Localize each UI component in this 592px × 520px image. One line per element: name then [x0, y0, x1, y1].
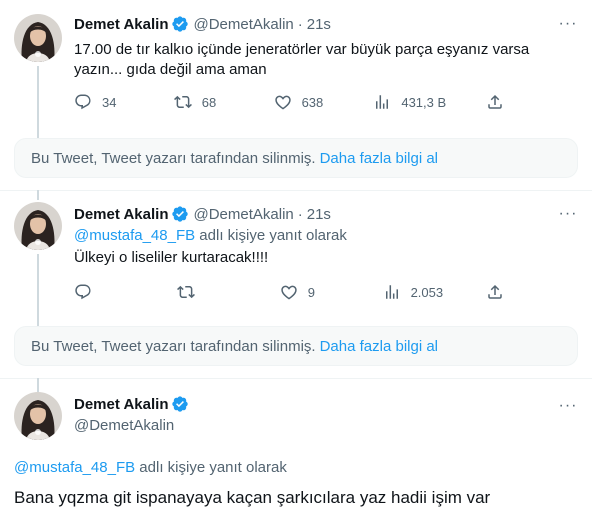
tweet-2[interactable]: Demet Akalin @DemetAkalin · 21s ··· @mus…	[0, 190, 592, 330]
replying-suffix: adlı kişiye yanıt olarak	[199, 227, 347, 244]
like-count: 9	[307, 284, 315, 300]
replying-suffix: adlı kişiye yanıt olarak	[139, 459, 287, 476]
retweet-count: 68	[201, 94, 217, 110]
tweet-header: Demet Akalin @DemetAkalin · 21s	[74, 203, 331, 225]
action-bar: 34 68 638 431,3 B	[74, 91, 504, 113]
deleted-notice-text: Bu Tweet, Tweet yazarı tarafından silinm…	[31, 149, 316, 167]
thread-line	[37, 254, 39, 330]
deleted-tweet-notice: Bu Tweet, Tweet yazarı tarafından silinm…	[14, 326, 578, 366]
more-icon[interactable]: ···	[558, 204, 578, 224]
share-icon	[488, 284, 502, 299]
like-button[interactable]: 9	[280, 283, 340, 301]
thread-line	[37, 190, 39, 200]
action-bar: 9 2.053	[74, 281, 504, 303]
thread-line	[37, 66, 39, 140]
more-icon[interactable]: ···	[558, 14, 578, 34]
tweet-header: Demet Akalin @DemetAkalin · 21s	[74, 13, 331, 35]
avatar[interactable]	[14, 392, 62, 440]
timestamp[interactable]: 21s	[307, 16, 331, 33]
reply-icon	[75, 94, 91, 110]
avatar[interactable]	[14, 14, 62, 62]
retweet-icon	[176, 285, 195, 299]
author-name-row: Demet Akalin	[74, 395, 189, 413]
learn-more-link[interactable]: Daha fazla bilgi al	[320, 150, 438, 167]
view-count: 431,3 B	[401, 94, 447, 110]
share-button[interactable]	[486, 283, 504, 301]
like-icon	[281, 285, 297, 300]
separator-dot: ·	[297, 15, 303, 33]
tweet-text: Bana yqzma git ispanayaya kaçan şarkıcıl…	[14, 488, 491, 507]
replying-to: @mustafa_48_FB adlı kişiye yanıt olarak	[14, 458, 287, 478]
like-button[interactable]: 638	[274, 93, 334, 111]
user-handle[interactable]: @DemetAkalin	[74, 417, 174, 434]
retweet-icon	[173, 95, 192, 109]
focused-tweet: Demet Akalin @DemetAkalin ··· @mustafa_4…	[0, 378, 592, 520]
more-icon[interactable]: ···	[558, 396, 578, 416]
user-handle[interactable]: @DemetAkalin	[193, 16, 293, 33]
tweet-1[interactable]: Demet Akalin @DemetAkalin · 21s ··· 17.0…	[0, 0, 592, 140]
like-icon	[274, 95, 291, 110]
replying-to: @mustafa_48_FB adlı kişiye yanıt olarak	[74, 226, 347, 246]
mention-link[interactable]: @mustafa_48_FB	[14, 459, 135, 476]
retweet-button[interactable]: 68	[173, 93, 234, 111]
thread-line	[37, 378, 39, 392]
avatar[interactable]	[14, 202, 62, 250]
share-icon	[488, 94, 502, 109]
separator-dot: ·	[297, 205, 303, 223]
reply-button[interactable]	[74, 283, 134, 301]
display-name[interactable]: Demet Akalin	[74, 206, 168, 223]
deleted-notice-text: Bu Tweet, Tweet yazarı tarafından silinm…	[31, 337, 316, 355]
reply-icon	[75, 284, 91, 300]
user-handle[interactable]: @DemetAkalin	[193, 206, 293, 223]
verified-badge-icon	[172, 396, 189, 412]
display-name[interactable]: Demet Akalin	[74, 396, 168, 413]
verified-badge-icon	[172, 206, 189, 222]
views-button[interactable]: 2.053	[383, 283, 444, 301]
tweet-text: 17.00 de tır kalkıo içünde jeneratörler …	[74, 41, 530, 78]
learn-more-link[interactable]: Daha fazla bilgi al	[320, 338, 438, 355]
display-name[interactable]: Demet Akalin	[74, 16, 168, 33]
deleted-tweet-notice: Bu Tweet, Tweet yazarı tarafından silinm…	[14, 138, 578, 178]
tweet-text: Ülkeyi o liseliler kurtaracak!!!!	[74, 249, 269, 266]
view-count: 2.053	[410, 284, 444, 300]
retweet-button[interactable]	[176, 283, 237, 301]
mention-link[interactable]: @mustafa_48_FB	[74, 227, 195, 244]
reply-button[interactable]: 34	[74, 93, 134, 111]
views-icon	[385, 285, 398, 299]
like-count: 638	[301, 94, 324, 110]
views-button[interactable]: 431,3 B	[373, 93, 446, 111]
views-icon	[376, 95, 389, 109]
reply-count: 34	[102, 94, 117, 110]
share-button[interactable]	[486, 93, 504, 111]
verified-badge-icon	[172, 16, 189, 32]
timestamp[interactable]: 21s	[307, 206, 331, 223]
